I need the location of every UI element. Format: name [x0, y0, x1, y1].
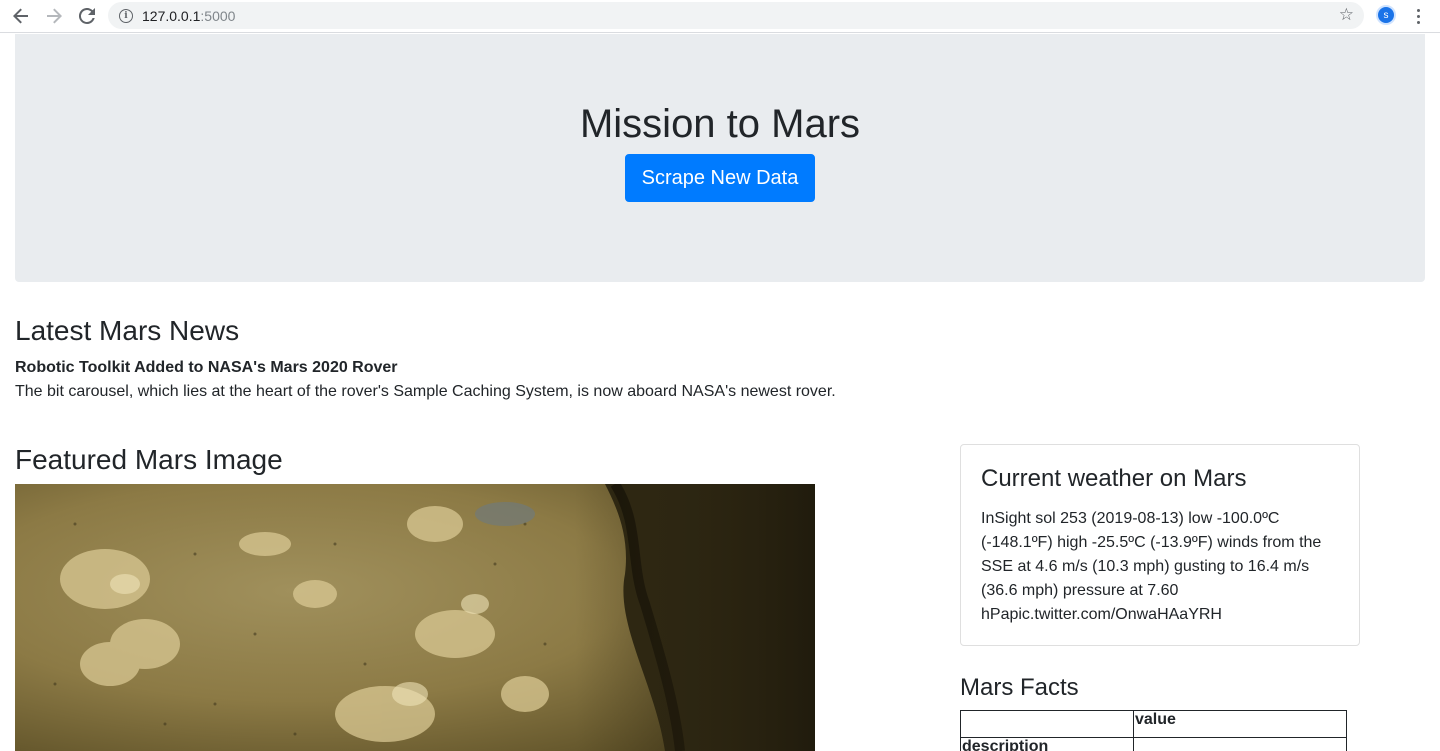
news-headline: Robotic Toolkit Added to NASA's Mars 202…	[15, 359, 398, 376]
table-header-cell: value	[1133, 710, 1347, 738]
address-bar[interactable]: i 127.0.0.1:5000 ☆	[108, 2, 1364, 29]
table-header-cell	[960, 710, 1134, 738]
url-port: :5000	[200, 7, 236, 24]
bookmark-star-icon[interactable]: ☆	[1339, 5, 1354, 25]
table-cell	[1133, 737, 1347, 751]
latest-news-heading: Latest Mars News	[15, 315, 240, 346]
featured-image-heading: Featured Mars Image	[15, 444, 283, 475]
weather-card: Current weather on Mars InSight sol 253 …	[960, 444, 1360, 646]
back-arrow-icon[interactable]	[8, 4, 34, 28]
browser-toolbar: i 127.0.0.1:5000 ☆ s	[0, 0, 1440, 33]
weather-text: InSight sol 253 (2019-08-13) low -100.0º…	[981, 510, 1322, 623]
table-header-row: value	[960, 710, 1347, 738]
page-title: Mission to Mars	[579, 102, 861, 146]
jumbotron: Mission to Mars Scrape New Data	[15, 34, 1425, 282]
table-row-label: description	[960, 737, 1134, 751]
scrape-new-data-button[interactable]: Scrape New Data	[625, 154, 815, 202]
mars-facts-heading: Mars Facts	[960, 674, 1079, 701]
reload-icon[interactable]	[74, 4, 100, 28]
info-icon[interactable]: i	[119, 8, 133, 23]
news-teaser: The bit carousel, which lies at the hear…	[15, 383, 836, 400]
kebab-menu-icon[interactable]	[1410, 4, 1426, 28]
url-text: 127.0.0.1:5000	[142, 8, 235, 24]
weather-card-title: Current weather on Mars	[981, 465, 1247, 492]
featured-mars-image	[15, 484, 815, 751]
url-host: 127.0.0.1	[142, 7, 201, 24]
table-row: description	[960, 737, 1347, 751]
mars-facts-table: value description	[960, 710, 1347, 751]
profile-avatar[interactable]: s	[1376, 5, 1396, 25]
forward-arrow-icon[interactable]	[41, 4, 67, 28]
